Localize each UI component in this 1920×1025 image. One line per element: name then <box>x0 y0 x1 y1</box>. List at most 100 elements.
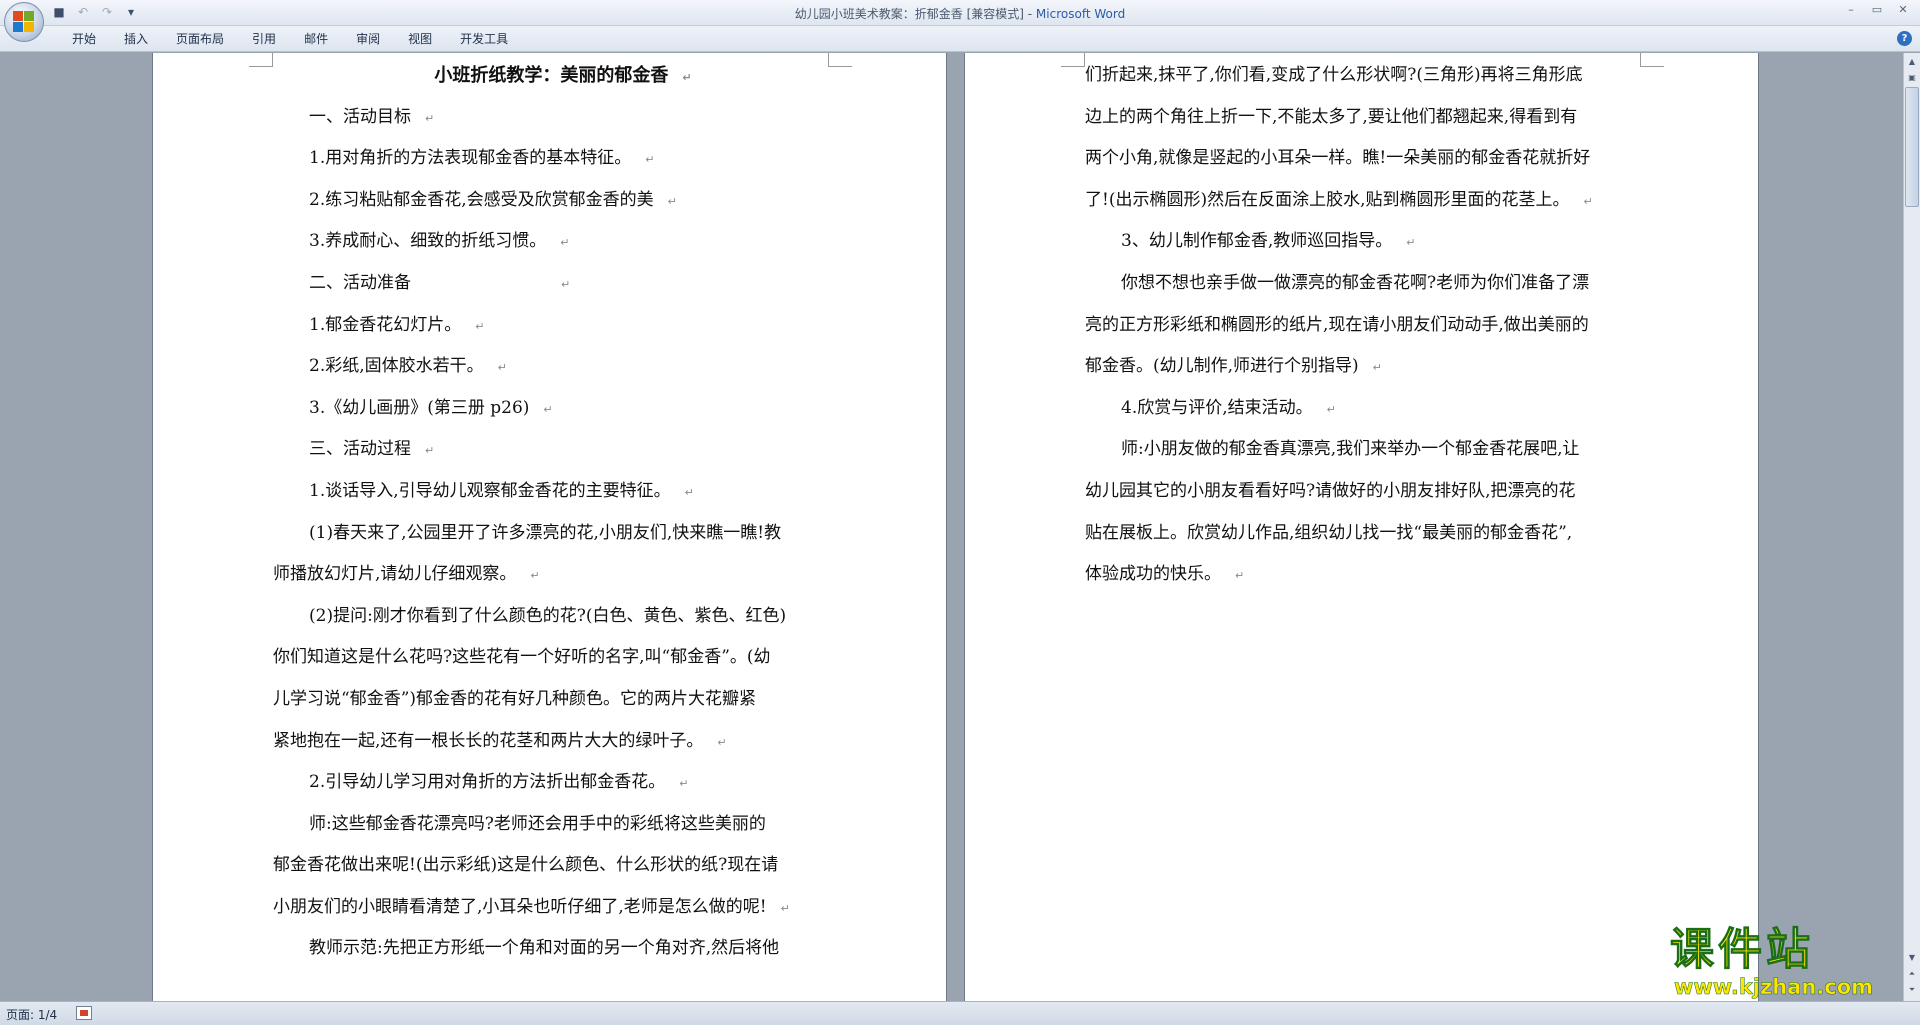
tab-references[interactable]: 引用 <box>238 31 290 47</box>
tab-insert[interactable]: 插入 <box>110 31 162 47</box>
tab-view[interactable]: 视图 <box>394 31 446 47</box>
status-bar: 页面: 1/4 <box>0 1001 1920 1025</box>
ribbon-tabs: 开始 插入 页面布局 引用 邮件 审阅 视图 开发工具 <box>58 31 522 47</box>
paragraph-line[interactable]: 2.引导幼儿学习用对角折的方法折出郁金香花。 ↵ <box>273 762 853 804</box>
line-text: 师:这些郁金香花漂亮吗?老师还会用手中的彩纸将这些美丽的 <box>309 813 766 834</box>
paragraph-line[interactable]: 郁金香花做出来呢!(出示彩纸)这是什么颜色、什么形状的纸?现在请 <box>273 845 853 887</box>
paragraph-line[interactable]: 亮的正方形彩纸和椭圆形的纸片,现在请小朋友们动动手,做出美丽的 <box>1085 305 1665 347</box>
proofing-icon[interactable] <box>76 1006 92 1020</box>
line-text: 3.养成耐心、细致的折纸习惯。 <box>309 231 547 252</box>
paragraph-line[interactable]: (2)提问:刚才你看到了什么颜色的花?(白色、黄色、紫色、红色) <box>273 596 853 638</box>
line-text: 贴在展板上。欣赏幼儿作品,组织幼儿找一找“最美丽的郁金香花”, <box>1085 522 1573 543</box>
watermark-url: www.kjzhan.com <box>1674 975 1874 1000</box>
paragraph-line[interactable]: 3.《幼儿画册》(第三册 p26) ↵ <box>273 388 853 430</box>
watermark-cn: 课件站 <box>1670 924 1814 975</box>
paragraph-line[interactable]: 郁金香。(幼儿制作,师进行个别指导) ↵ <box>1085 346 1665 388</box>
paragraph-mark-icon: ↵ <box>1372 361 1382 375</box>
paragraph-line[interactable]: 二、活动准备 ↵ <box>273 263 853 305</box>
scroll-down-icon[interactable]: ▼ <box>1905 951 1919 965</box>
paragraph-line[interactable]: 教师示范:先把正方形纸一个角和对面的另一个角对齐,然后将他 <box>273 928 853 970</box>
vertical-scrollbar[interactable]: ▲ ▣ ▼ ⏶ ⏷ <box>1903 53 1920 1001</box>
paragraph-line[interactable]: 3、幼儿制作郁金香,教师巡回指导。 ↵ <box>1085 221 1665 263</box>
paragraph-line[interactable]: 三、活动过程 ↵ <box>273 429 853 471</box>
line-text: 2.引导幼儿学习用对角折的方法折出郁金香花。 <box>309 772 666 793</box>
page-1[interactable]: 小班折纸教学：美丽的郁金香 ↵ 一、活动目标 ↵ 1.用对角折的方法表现郁金香的基本特征… <box>152 53 947 1001</box>
paragraph-line[interactable]: 1.用对角折的方法表现郁金香的基本特征。 ↵ <box>273 138 853 180</box>
margin-corner-mark <box>1061 53 1085 67</box>
ruler-toggle-icon[interactable]: ▣ <box>1905 71 1919 85</box>
line-text: 1.郁金香花幻灯片。 <box>309 314 462 335</box>
paragraph-line[interactable]: 1.郁金香花幻灯片。 ↵ <box>273 305 853 347</box>
paragraph-line[interactable]: 师:这些郁金香花漂亮吗?老师还会用手中的彩纸将这些美丽的 <box>273 804 853 846</box>
line-text: 你想不想也亲手做一做漂亮的郁金香花啊?老师为你们准备了漂 <box>1121 272 1590 293</box>
line-text: 三、活动过程 <box>309 439 411 460</box>
paragraph-mark-icon: ↵ <box>560 236 570 250</box>
paragraph-line[interactable]: 3.养成耐心、细致的折纸习惯。 ↵ <box>273 221 853 263</box>
paragraph-line[interactable]: (1)春天来了,公园里开了许多漂亮的花,小朋友们,快来瞧一瞧!教 <box>273 513 853 555</box>
line-text: 教师示范:先把正方形纸一个角和对面的另一个角对齐,然后将他 <box>309 938 780 959</box>
paragraph-line[interactable]: 师播放幻灯片,请幼儿仔细观察。 ↵ <box>273 554 853 596</box>
prev-page-icon[interactable]: ⏶ <box>1905 967 1919 981</box>
paragraph-line[interactable]: 幼儿园其它的小朋友看看好吗?请做好的小朋友排好队,把漂亮的花 <box>1085 471 1665 513</box>
page-2-text[interactable]: 们折起来,抹平了,你们看,变成了什么形状啊?(三角形)再将三角形底边上的两个角往… <box>1085 55 1665 596</box>
tab-home[interactable]: 开始 <box>58 31 110 47</box>
paragraph-line[interactable]: 贴在展板上。欣赏幼儿作品,组织幼儿找一找“最美丽的郁金香花”, <box>1085 513 1665 555</box>
line-text: 了!(出示椭圆形)然后在反面涂上胶水,贴到椭圆形里面的花茎上。 <box>1085 189 1570 210</box>
paragraph-line[interactable]: 师:小朋友做的郁金香真漂亮,我们来举办一个郁金香花展吧,让 <box>1085 429 1665 471</box>
page-indicator[interactable]: 页面: 1/4 <box>6 1006 57 1023</box>
paragraph-line[interactable]: 4.欣赏与评价,结束活动。 ↵ <box>1085 388 1665 430</box>
line-text: 2.彩纸,固体胶水若干。 <box>309 356 484 377</box>
line-text: 师:小朋友做的郁金香真漂亮,我们来举办一个郁金香花展吧,让 <box>1121 439 1580 460</box>
tab-developer[interactable]: 开发工具 <box>446 31 522 47</box>
paragraph-line[interactable]: 你想不想也亲手做一做漂亮的郁金香花啊?老师为你们准备了漂 <box>1085 263 1665 305</box>
line-text: 师播放幻灯片,请幼儿仔细观察。 <box>273 564 517 585</box>
office-logo-icon <box>13 11 35 33</box>
line-text: 郁金香。(幼儿制作,师进行个别指导) <box>1085 356 1359 377</box>
line-text: 边上的两个角往上折一下,不能太多了,要让他们都翘起来,得看到有 <box>1085 106 1578 127</box>
paragraph-line[interactable]: 2.彩纸,固体胶水若干。 ↵ <box>273 346 853 388</box>
window-controls: – ▭ ✕ <box>1840 2 1914 18</box>
paragraph-line[interactable]: 们折起来,抹平了,你们看,变成了什么形状啊?(三角形)再将三角形底 <box>1085 55 1665 97</box>
scroll-up-icon[interactable]: ▲ <box>1905 55 1919 69</box>
page-2[interactable]: 们折起来,抹平了,你们看,变成了什么形状啊?(三角形)再将三角形底边上的两个角往… <box>964 53 1759 1001</box>
scroll-thumb[interactable] <box>1905 87 1919 207</box>
paragraph-line[interactable]: 两个小角,就像是竖起的小耳朵一样。瞧!一朵美丽的郁金香花就折好 <box>1085 138 1665 180</box>
minimize-button[interactable]: – <box>1840 2 1862 18</box>
line-text: 小班折纸教学：美丽的郁金香 <box>434 65 669 86</box>
document-heading[interactable]: 小班折纸教学：美丽的郁金香 ↵ <box>273 55 853 97</box>
line-text: 亮的正方形彩纸和椭圆形的纸片,现在请小朋友们动动手,做出美丽的 <box>1085 314 1589 335</box>
paragraph-line[interactable]: 你们知道这是什么花吗?这些花有一个好听的名字,叫“郁金香”。(幼 <box>273 637 853 679</box>
paragraph-mark-icon: ↵ <box>780 901 790 915</box>
line-text: 一、活动目标 <box>309 106 411 127</box>
office-button[interactable] <box>4 2 44 42</box>
paragraph-line[interactable]: 了!(出示椭圆形)然后在反面涂上胶水,贴到椭圆形里面的花茎上。 ↵ <box>1085 180 1665 222</box>
paragraph-mark-icon: ↵ <box>684 485 694 499</box>
paragraph-line[interactable]: 小朋友们的小眼睛看清楚了,小耳朵也听仔细了,老师是怎么做的呢! ↵ <box>273 887 853 929</box>
paragraph-line[interactable]: 边上的两个角往上折一下,不能太多了,要让他们都翘起来,得看到有 <box>1085 97 1665 139</box>
line-text: 3、幼儿制作郁金香,教师巡回指导。 <box>1121 231 1393 252</box>
close-button[interactable]: ✕ <box>1892 2 1914 18</box>
line-text: 1.谈话导入,引导幼儿观察郁金香花的主要特征。 <box>309 480 671 501</box>
paragraph-mark-icon: ↵ <box>717 735 727 749</box>
paragraph-mark-icon: ↵ <box>1406 236 1416 250</box>
line-text: 紧地抱在一起,还有一根长长的花茎和两片大大的绿叶子。 <box>273 730 704 751</box>
line-text: (1)春天来了,公园里开了许多漂亮的花,小朋友们,快来瞧一瞧!教 <box>309 522 782 543</box>
tab-page-layout[interactable]: 页面布局 <box>162 31 238 47</box>
line-text: 2.练习粘贴郁金香花,会感受及欣赏郁金香的美 <box>309 189 654 210</box>
paragraph-mark-icon: ↵ <box>497 361 507 375</box>
paragraph-line[interactable]: 儿学习说“郁金香”)郁金香的花有好几种颜色。它的两片大花瓣紧 <box>273 679 853 721</box>
line-text: 4.欣赏与评价,结束活动。 <box>1121 397 1313 418</box>
tab-review[interactable]: 审阅 <box>342 31 394 47</box>
paragraph-line[interactable]: 紧地抱在一起,还有一根长长的花茎和两片大大的绿叶子。 ↵ <box>273 721 853 763</box>
line-text: 体验成功的快乐。 <box>1085 564 1221 585</box>
paragraph-line[interactable]: 1.谈话导入,引导幼儿观察郁金香花的主要特征。 ↵ <box>273 471 853 513</box>
paragraph-line[interactable]: 2.练习粘贴郁金香花,会感受及欣赏郁金香的美 ↵ <box>273 180 853 222</box>
help-icon[interactable]: ? <box>1897 31 1912 46</box>
paragraph-mark-icon: ↵ <box>425 444 435 458</box>
next-page-icon[interactable]: ⏷ <box>1905 983 1919 997</box>
page-1-text[interactable]: 小班折纸教学：美丽的郁金香 ↵ 一、活动目标 ↵ 1.用对角折的方法表现郁金香的基本特征… <box>273 55 853 970</box>
paragraph-line[interactable]: 体验成功的快乐。 ↵ <box>1085 554 1665 596</box>
tab-mailings[interactable]: 邮件 <box>290 31 342 47</box>
paragraph-line[interactable]: 一、活动目标 ↵ <box>273 97 853 139</box>
maximize-button[interactable]: ▭ <box>1866 2 1888 18</box>
